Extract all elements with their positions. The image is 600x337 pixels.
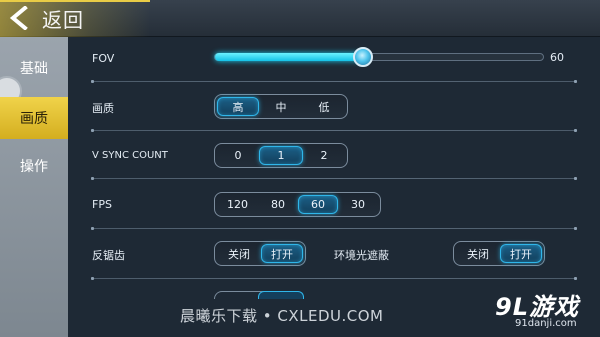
- back-label: 返回: [42, 7, 84, 32]
- ambient-occlusion-label: 环境光遮蔽: [334, 249, 389, 262]
- divider: [91, 129, 577, 132]
- divider: [91, 277, 577, 280]
- antialias-option-on[interactable]: 打开: [261, 244, 303, 263]
- logo-sub-text: 91danji.com: [515, 318, 577, 329]
- logo-main-text: 9L游戏: [495, 293, 579, 321]
- next-row-toggle-selected[interactable]: [258, 291, 304, 299]
- fps-option-30[interactable]: 30: [338, 195, 378, 214]
- vsync-selector: 0 1 2: [214, 143, 348, 168]
- quality-label: 画质: [92, 102, 114, 115]
- fps-option-80[interactable]: 80: [258, 195, 298, 214]
- vsync-option-1[interactable]: 1: [259, 146, 303, 165]
- fov-slider-fill: [215, 53, 364, 61]
- fps-option-60[interactable]: 60: [298, 195, 338, 214]
- quality-option-low[interactable]: 低: [303, 97, 345, 116]
- sidebar-item-label: 操作: [20, 159, 48, 175]
- sidebar-item-label: 画质: [20, 111, 48, 127]
- sidebar: 基础 画质 操作: [0, 37, 68, 337]
- fps-label: FPS: [92, 198, 112, 211]
- fov-value: 60: [550, 51, 564, 64]
- watermark-text: 晨曦乐下载 • CXLEDU.COM: [180, 307, 384, 325]
- sidebar-item-basic[interactable]: 基础: [0, 47, 68, 89]
- quality-option-medium[interactable]: 中: [259, 97, 303, 116]
- quality-option-high[interactable]: 高: [217, 97, 259, 116]
- antialias-toggle: 关闭 打开: [214, 241, 306, 266]
- fov-slider[interactable]: [214, 53, 544, 61]
- sidebar-item-controls[interactable]: 操作: [0, 145, 68, 187]
- ambient-occlusion-toggle: 关闭 打开: [453, 241, 545, 266]
- ambient-occlusion-option-off[interactable]: 关闭: [456, 244, 500, 263]
- vsync-option-2[interactable]: 2: [303, 146, 345, 165]
- fov-label: FOV: [92, 52, 115, 65]
- sidebar-item-graphics[interactable]: 画质: [0, 97, 68, 139]
- fps-option-120[interactable]: 120: [217, 195, 258, 214]
- quality-selector: 高 中 低: [214, 94, 348, 119]
- back-button[interactable]: 返回: [8, 3, 118, 33]
- antialias-label: 反锯齿: [92, 249, 125, 262]
- divider: [91, 80, 577, 83]
- divider: [91, 227, 577, 230]
- fov-slider-thumb[interactable]: [352, 47, 373, 67]
- ambient-occlusion-option-on[interactable]: 打开: [500, 244, 542, 263]
- site-logo: 9L游戏 91danji.com: [495, 285, 600, 337]
- divider: [91, 177, 577, 180]
- vsync-label: V SYNC COUNT: [92, 150, 168, 161]
- sidebar-item-label: 基础: [20, 61, 48, 77]
- vsync-option-0[interactable]: 0: [217, 146, 259, 165]
- fps-selector: 120 80 60 30: [214, 192, 381, 217]
- antialias-option-off[interactable]: 关闭: [217, 244, 261, 263]
- chevron-left-icon: [9, 6, 28, 30]
- top-bar: 返回: [0, 0, 600, 37]
